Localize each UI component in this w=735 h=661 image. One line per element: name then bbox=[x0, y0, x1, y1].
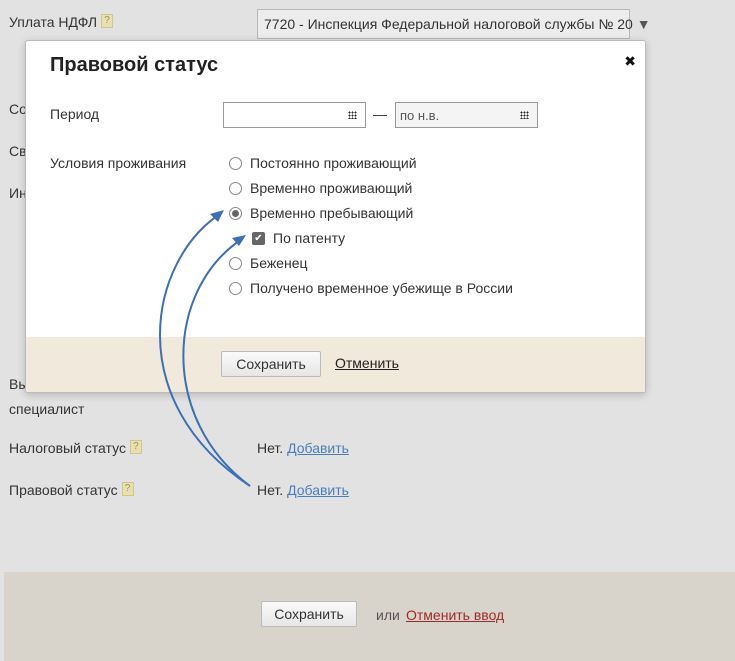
cancel-input-link[interactable]: Отменить ввод bbox=[406, 607, 504, 623]
annotation-arrows bbox=[159, 210, 251, 487]
form-footer: Сохранить или Отменить ввод bbox=[4, 572, 735, 661]
arrow-to-radio bbox=[159, 213, 251, 487]
arrow-to-patent bbox=[182, 238, 251, 487]
or-text: или bbox=[376, 607, 400, 623]
save-button[interactable]: Сохранить bbox=[261, 601, 357, 627]
